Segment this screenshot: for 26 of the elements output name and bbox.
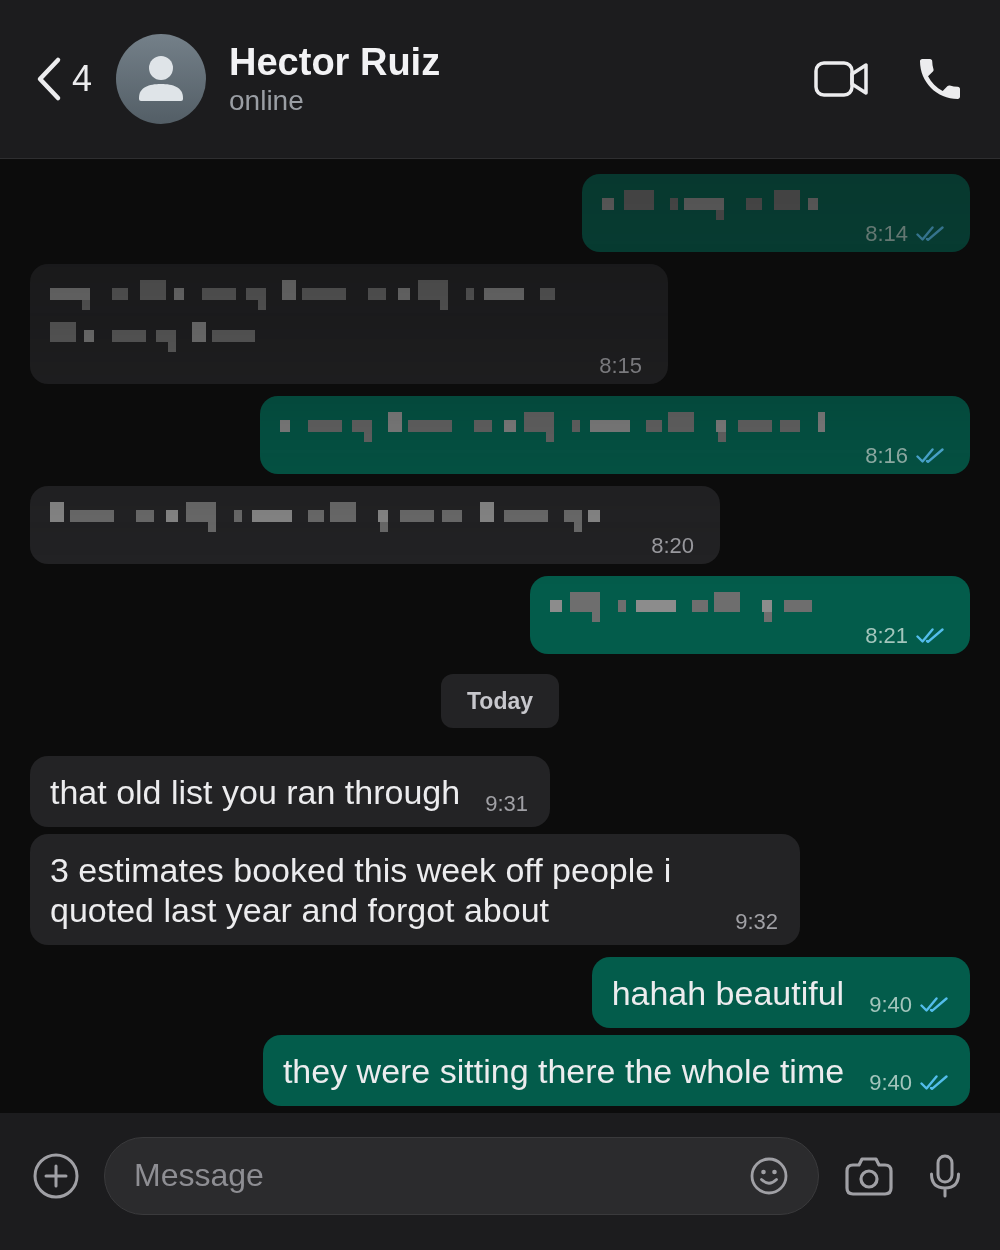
chevron-left-icon xyxy=(35,56,63,102)
avatar-icon xyxy=(116,34,207,124)
plus-circle-icon[interactable] xyxy=(33,1152,79,1199)
message-text: that old list you ran through xyxy=(50,772,461,812)
message-text: 3 estimates booked this week off people i quoted last year and forgot about xyxy=(50,850,673,930)
contact-status: online xyxy=(229,84,305,118)
message-text: hahah beautiful xyxy=(611,973,845,1013)
message-time: 8:21 xyxy=(865,624,908,648)
phone-icon[interactable] xyxy=(920,59,960,99)
message-time: 9:32 xyxy=(735,910,778,934)
message-time: 8:20 xyxy=(651,534,694,558)
camera-icon[interactable] xyxy=(845,1155,893,1196)
message-time: 8:14 xyxy=(865,222,908,246)
contact-name: Hector Ruiz xyxy=(229,40,441,84)
message-time: 9:40 xyxy=(869,993,912,1017)
message-time: 8:15 xyxy=(599,354,642,378)
message-time: 8:16 xyxy=(865,444,908,468)
message-time: 9:40 xyxy=(869,1071,912,1095)
message-text: they were sitting there the whole time xyxy=(282,1051,845,1091)
smiley-icon[interactable] xyxy=(750,1156,788,1195)
video-camera-icon[interactable] xyxy=(814,61,868,97)
date-label: Today xyxy=(441,674,559,728)
microphone-icon[interactable] xyxy=(928,1153,962,1198)
message-input[interactable]: Message xyxy=(104,1136,819,1215)
back-button[interactable]: 4 xyxy=(35,56,93,102)
message-time: 9:31 xyxy=(485,792,528,816)
